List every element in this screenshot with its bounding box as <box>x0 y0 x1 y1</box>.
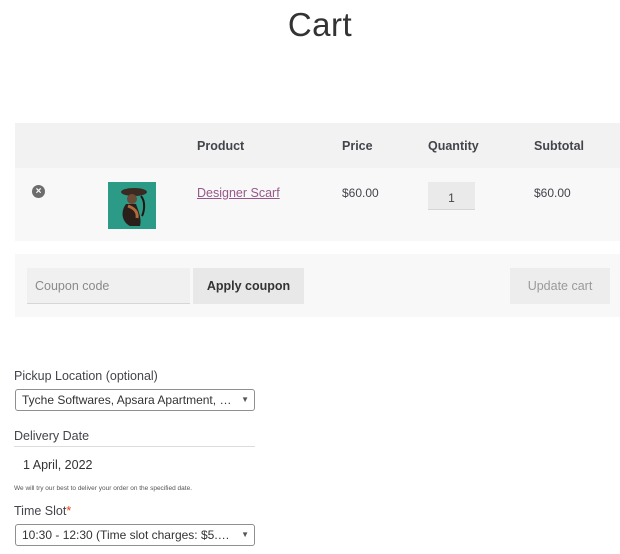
header-product: Product <box>197 139 245 153</box>
pickup-location-value: Tyche Softwares, Apsara Apartment, Paud … <box>22 393 234 407</box>
product-price: $60.00 <box>342 186 379 200</box>
cart-actions: Apply coupon Update cart <box>15 254 620 317</box>
header-price: Price <box>342 139 373 153</box>
apply-coupon-button[interactable]: Apply coupon <box>193 268 304 304</box>
header-quantity: Quantity <box>428 139 479 153</box>
page-title: Cart <box>287 6 353 43</box>
time-slot-label-text: Time Slot <box>14 504 67 518</box>
product-name-link[interactable]: Designer Scarf <box>197 186 280 200</box>
pickup-location-select[interactable]: Tyche Softwares, Apsara Apartment, Paud … <box>15 389 255 411</box>
delivery-date-input[interactable]: 1 April, 2022 <box>23 458 93 472</box>
dropdown-arrow-icon: ▼ <box>241 395 249 404</box>
delivery-date-label: Delivery Date <box>14 429 90 443</box>
time-slot-label: Time Slot* <box>14 504 71 518</box>
remove-item-icon[interactable]: × <box>32 185 45 198</box>
quantity-input[interactable] <box>428 182 475 210</box>
header-subtotal: Subtotal <box>534 139 584 153</box>
pickup-location-label: Pickup Location (optional) <box>14 369 158 383</box>
cart-table: Product Price Quantity Subtotal × Design… <box>15 123 620 241</box>
coupon-code-input[interactable] <box>27 268 190 304</box>
time-slot-select[interactable]: 10:30 - 12:30 (Time slot charges: $5.00)… <box>15 524 255 546</box>
product-thumbnail[interactable] <box>108 182 156 229</box>
required-marker: * <box>66 504 72 518</box>
cart-table-header: Product Price Quantity Subtotal <box>15 123 620 168</box>
divider <box>14 446 255 447</box>
delivery-date-help: We will try our best to deliver your ord… <box>14 485 192 492</box>
update-cart-button[interactable]: Update cart <box>510 268 610 304</box>
dropdown-arrow-icon: ▼ <box>241 530 249 539</box>
product-subtotal: $60.00 <box>534 186 571 200</box>
time-slot-value: 10:30 - 12:30 (Time slot charges: $5.00) <box>22 528 234 542</box>
